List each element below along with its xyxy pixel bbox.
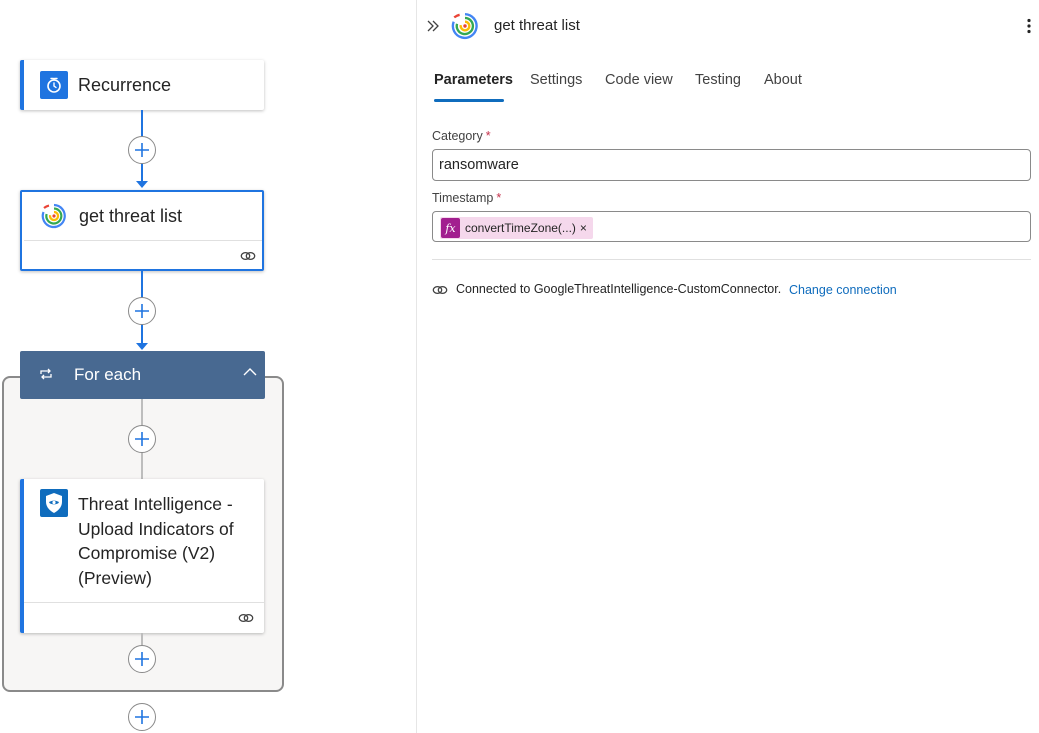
collapse-panel-icon[interactable]: [426, 20, 440, 32]
tab-code-view[interactable]: Code view: [605, 72, 673, 88]
tab-settings[interactable]: Settings: [530, 72, 582, 88]
connection-status: Connected to GoogleThreatIntelligence-Cu…: [456, 282, 782, 296]
title-line: Compromise (V2): [78, 543, 216, 563]
tab-parameters[interactable]: Parameters: [434, 72, 513, 88]
panel-title[interactable]: get threat list: [494, 17, 580, 34]
chevron-up-icon: [243, 368, 257, 376]
more-options-icon[interactable]: [1026, 18, 1032, 34]
shield-icon: [40, 489, 68, 517]
for-each-header[interactable]: For each: [20, 351, 265, 399]
node-footer: [24, 240, 262, 271]
threat-intelligence-title: Threat Intelligence - Upload Indicators …: [78, 492, 234, 590]
connector-arrow: [136, 343, 148, 350]
token-text: convertTimeZone(...): [465, 221, 576, 235]
workflow-canvas[interactable]: Recurrence get threat list For each Thre…: [0, 0, 416, 733]
plus-icon: [135, 652, 149, 666]
add-action-button[interactable]: [128, 136, 156, 164]
category-value: ransomware: [439, 157, 519, 173]
threat-intelligence-node[interactable]: Threat Intelligence - Upload Indicators …: [20, 479, 264, 633]
category-label: Category *: [432, 129, 491, 143]
link-icon: [238, 613, 254, 623]
divider: [432, 259, 1031, 260]
active-tab-indicator: [434, 99, 504, 102]
for-each-title: For each: [74, 365, 142, 384]
logic-app-designer: Recurrence get threat list For each Thre…: [0, 0, 1039, 733]
add-action-button[interactable]: [128, 425, 156, 453]
add-action-button[interactable]: [128, 297, 156, 325]
required-marker: *: [485, 129, 491, 143]
recurrence-title: Recurrence: [78, 75, 172, 95]
link-icon: [432, 285, 448, 295]
link-icon: [240, 251, 256, 261]
title-line: Upload Indicators of: [78, 518, 234, 539]
node-footer: [24, 602, 264, 633]
connector-arrow: [136, 181, 148, 188]
get-threat-list-node[interactable]: get threat list: [20, 190, 264, 271]
timestamp-label-text: Timestamp: [432, 191, 494, 205]
timestamp-label: Timestamp *: [432, 191, 501, 205]
node-accent: [20, 60, 24, 110]
plus-icon: [135, 304, 149, 318]
expression-token[interactable]: fx convertTimeZone(...) ×: [440, 217, 593, 239]
alarm-clock-icon: [40, 71, 68, 99]
get-threat-list-title: get threat list: [79, 206, 183, 226]
add-action-button[interactable]: [128, 703, 156, 731]
plus-icon: [135, 143, 149, 157]
change-connection-link[interactable]: Change connection: [789, 283, 897, 297]
google-threat-intelligence-logo: [40, 202, 68, 230]
title-line: (Preview): [78, 567, 152, 588]
recurrence-node[interactable]: Recurrence: [20, 60, 264, 110]
remove-token-button[interactable]: ×: [580, 221, 587, 235]
tab-about[interactable]: About: [764, 72, 802, 88]
fx-icon: fx: [441, 218, 460, 238]
add-action-button[interactable]: [128, 645, 156, 673]
plus-icon: [135, 432, 149, 446]
category-input[interactable]: ransomware: [432, 149, 1031, 181]
title-line: Threat Intelligence -: [78, 494, 233, 514]
plus-icon: [135, 710, 149, 724]
action-details-panel: get threat list Parameters Settings Code…: [416, 0, 1039, 733]
tab-testing[interactable]: Testing: [695, 72, 741, 88]
google-threat-intelligence-logo: [451, 12, 479, 40]
category-label-text: Category: [432, 129, 483, 143]
loop-icon: [40, 368, 52, 380]
timestamp-input[interactable]: fx convertTimeZone(...) ×: [432, 211, 1031, 242]
required-marker: *: [496, 191, 502, 205]
